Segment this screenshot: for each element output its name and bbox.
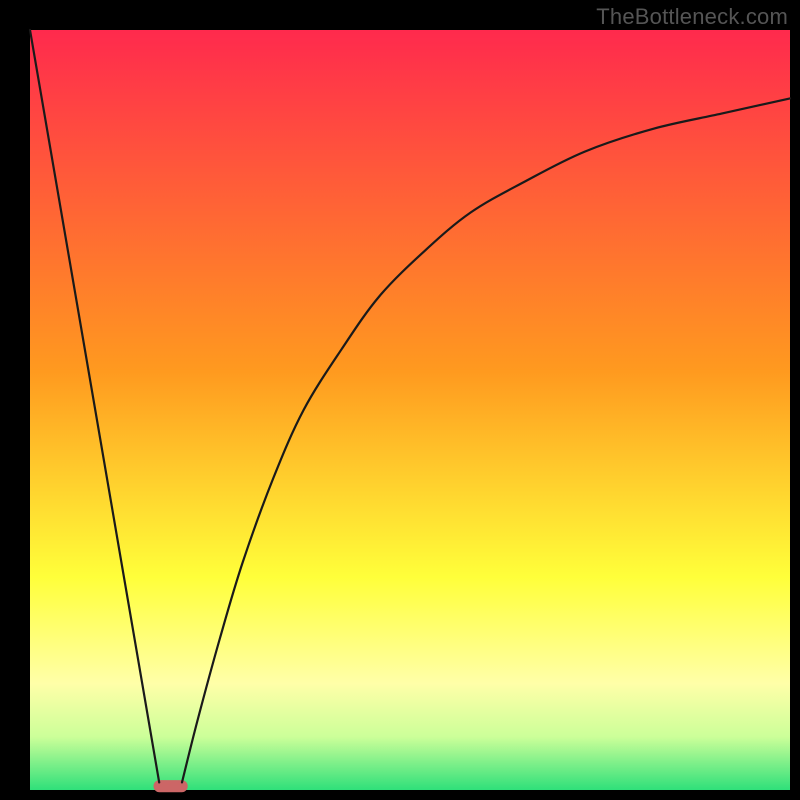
watermark-label: TheBottleneck.com: [596, 4, 788, 30]
chart-container: TheBottleneck.com: [0, 0, 800, 800]
chart-plot-area: [30, 30, 790, 790]
bottleneck-curve-chart: [0, 0, 800, 800]
